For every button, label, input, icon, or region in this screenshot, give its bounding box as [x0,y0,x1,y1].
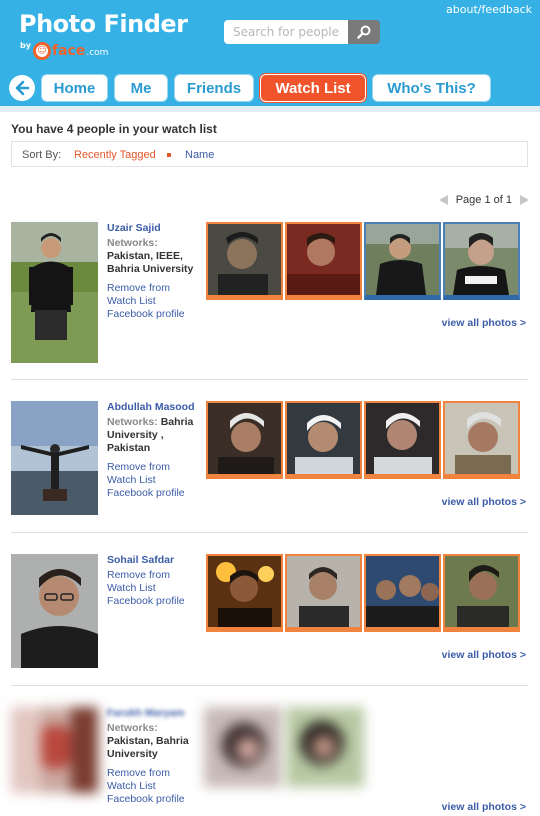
profile-photo[interactable] [11,554,98,668]
photo-thumbnail[interactable] [443,554,520,632]
profile-photo[interactable] [11,401,98,515]
search-icon [357,25,371,39]
networks-label: Networks: [107,416,158,428]
photo-thumbnail[interactable] [204,707,282,787]
photo-thumbnails [206,554,526,634]
photo-thumbnails [204,707,524,787]
facebook-profile-link[interactable]: Facebook profile [107,308,199,321]
person-name[interactable]: Farukh Maryam [107,707,199,720]
sort-label: Sort By: [22,149,62,161]
face-logo-tld: .com [86,48,109,58]
entry-divider [11,379,528,380]
watch-list-entry: Farukh Maryam Networks: Pakistan, Bahria… [0,707,540,816]
sort-bar: Sort By: Recently Tagged Name [11,141,528,167]
tab-friends[interactable]: Friends [174,74,254,102]
search-button[interactable] [348,20,380,44]
remove-from-watchlist-link[interactable]: Remove from Watch List [107,461,199,487]
photo-thumbnail[interactable] [285,554,362,632]
networks-label: Networks: [107,722,158,734]
facebook-profile-link[interactable]: Facebook profile [107,793,199,806]
search-bar [224,20,380,44]
sort-recently-tagged[interactable]: Recently Tagged [74,149,156,161]
watch-list-entry: Abdullah Masood Networks: Bahria Univers… [0,401,540,531]
remove-from-watchlist-link[interactable]: Remove from Watch List [107,767,199,793]
nav-shadow-bar [0,106,540,112]
photo-thumbnail[interactable] [443,222,520,300]
profile-photo[interactable] [11,222,98,363]
main-nav: Home Me Friends Watch List Who's This? [0,68,540,106]
photo-thumbnail[interactable] [285,222,362,300]
view-all-photos-link[interactable]: view all photos > [442,649,526,661]
photo-thumbnail[interactable] [206,222,283,300]
app-logo-title[interactable]: Photo Finder [19,10,188,38]
facebook-profile-link[interactable]: Facebook profile [107,487,199,500]
person-name[interactable]: Sohail Safdar [107,554,199,567]
tab-whos-this[interactable]: Who's This? [372,74,491,102]
view-all-photos-link[interactable]: view all photos > [442,801,526,813]
logo-by: by [20,41,31,50]
remove-from-watchlist-link[interactable]: Remove from Watch List [107,282,199,308]
tab-home[interactable]: Home [41,74,108,102]
photo-thumbnail[interactable] [364,554,441,632]
arrow-left-icon [15,80,30,96]
view-all-photos-link[interactable]: view all photos > [442,496,526,508]
entry-divider [11,532,528,533]
header: Photo Finder by ☺ face .com about/feedba… [0,0,540,68]
watch-list-entry: Sohail Safdar Remove from Watch List Fac… [0,554,540,684]
tab-me[interactable]: Me [114,74,168,102]
photo-thumbnail[interactable] [364,222,441,300]
person-info: Sohail Safdar Remove from Watch List Fac… [107,554,199,608]
back-button[interactable] [9,75,35,101]
networks-value: Pakistan, IEEE, Bahria University [107,250,194,275]
face-logo-word: face [52,43,86,59]
search-input[interactable] [224,20,348,44]
facebook-profile-link[interactable]: Facebook profile [107,595,199,608]
about-feedback-link[interactable]: about/feedback [446,3,532,16]
next-page-icon[interactable] [520,195,529,205]
person-name[interactable]: Uzair Sajid [107,222,199,235]
prev-page-icon[interactable] [438,195,448,205]
person-info: Farukh Maryam Networks: Pakistan, Bahria… [107,707,199,806]
sort-name[interactable]: Name [185,149,214,161]
person-info: Uzair Sajid Networks: Pakistan, IEEE, Ba… [107,222,199,321]
networks-value: Pakistan, Bahria University [107,735,189,760]
photo-thumbnail[interactable] [443,401,520,479]
pager-label: Page 1 of 1 [455,194,512,206]
entry-divider [11,685,528,686]
profile-photo[interactable] [11,707,98,793]
networks-label: Networks: [107,237,158,249]
view-all-photos-link[interactable]: view all photos > [442,317,526,329]
remove-from-watchlist-link[interactable]: Remove from Watch List [107,569,199,595]
photo-thumbnail[interactable] [286,707,364,787]
photo-thumbnail[interactable] [364,401,441,479]
face-logo-icon: ☺ [33,42,51,60]
face-logo[interactable]: ☺ face .com [33,41,108,61]
tab-watch-list[interactable]: Watch List [260,74,366,102]
pager: Page 1 of 1 [438,193,529,207]
person-info: Abdullah Masood Networks: Bahria Univers… [107,401,199,500]
watch-list-title: You have 4 people in your watch list [11,122,217,136]
person-name[interactable]: Abdullah Masood [107,401,199,414]
watch-list-entry: Uzair Sajid Networks: Pakistan, IEEE, Ba… [0,222,540,382]
photo-thumbnail[interactable] [206,554,283,632]
photo-thumbnail[interactable] [285,401,362,479]
sort-separator-dot [167,153,171,157]
photo-thumbnail[interactable] [206,401,283,479]
photo-thumbnails [206,222,526,302]
photo-thumbnails [206,401,526,481]
